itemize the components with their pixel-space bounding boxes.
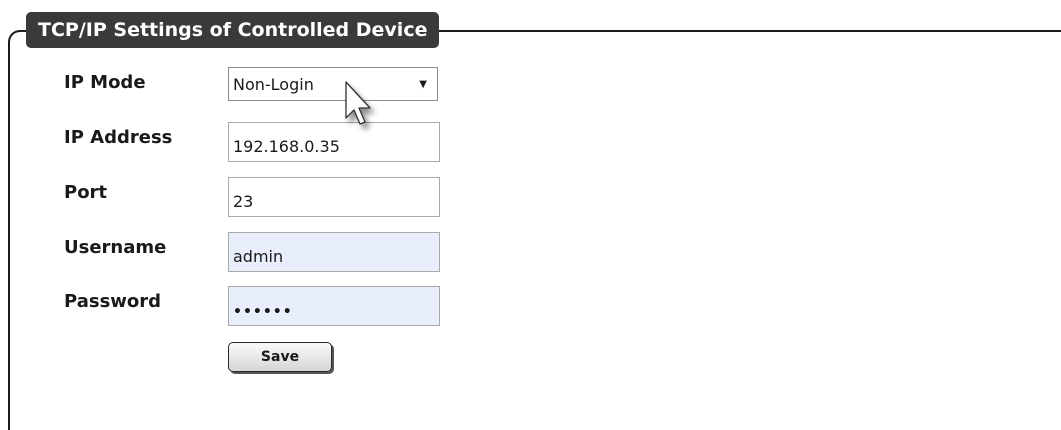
password-mask: •••••• [233,304,293,320]
ip-address-input[interactable]: 192.168.0.35 [228,122,440,162]
password-input[interactable]: •••••• [228,286,440,326]
panel-title: TCP/IP Settings of Controlled Device [26,12,440,48]
mouse-pointer-icon [345,81,371,125]
username-input[interactable]: admin [228,232,440,272]
settings-panel-frame [8,30,1061,430]
ip-mode-selected-value: Non-Login [233,74,314,94]
ip-mode-label: IP Mode [64,72,146,93]
port-label: Port [64,182,108,203]
username-label: Username [64,237,167,258]
ip-address-label: IP Address [64,127,173,148]
ip-mode-select[interactable]: Non-Login ▼ [228,67,438,101]
password-label: Password [64,291,162,312]
save-button[interactable]: Save [228,342,332,372]
port-input[interactable]: 23 [228,177,440,217]
dropdown-arrow-icon: ▼ [419,78,427,90]
